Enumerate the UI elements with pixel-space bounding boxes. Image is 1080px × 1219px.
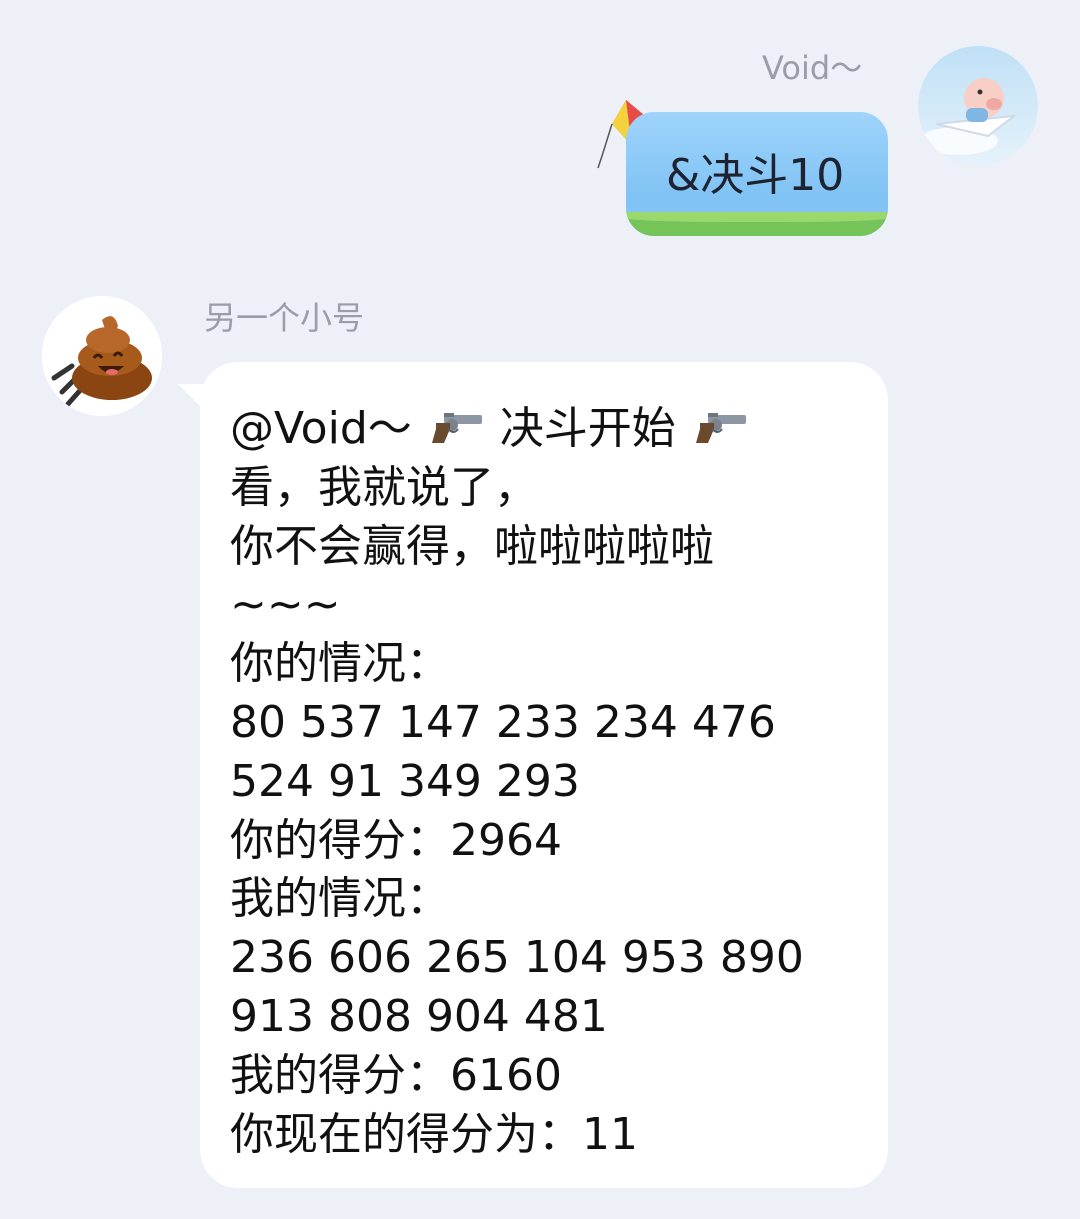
mention-text[interactable]: @Void～ [230,403,412,454]
incoming-avatar[interactable] [42,296,162,416]
message-line: 你的得分：2964 [230,814,562,866]
message-line-header: @Void～ 决斗开始 [230,400,870,459]
revolver-icon [428,404,484,463]
outgoing-message-text: &决斗10 [666,150,845,201]
outgoing-message-bubble[interactable]: &决斗10 [620,112,890,240]
message-line: 你不会赢得，啦啦啦啦啦 [230,520,714,572]
incoming-sender-name: 另一个小号 [204,299,365,337]
duel-start-text: 决斗开始 [499,403,676,454]
message-line: 236 606 265 104 953 890 [230,932,804,984]
message-line: 你的情况： [230,638,450,690]
poop-avatar-icon [42,296,162,416]
outgoing-sender-name: Void～ [762,49,863,87]
outgoing-avatar[interactable] [918,46,1038,166]
message-line: 524 91 349 293 [230,755,580,807]
message-line: 我的情况： [230,873,450,925]
message-line: ~~~ [230,579,341,631]
message-line: 我的得分：6160 [230,1049,562,1101]
incoming-message-text: @Void～ 决斗开始 看，我就说了， 你不会赢得，啦啦啦啦啦 ~~~ 你的情况… [230,400,870,1164]
message-line: 你现在的得分为：11 [230,1108,638,1160]
pig-avatar-icon [918,46,1038,166]
message-line: 看，我就说了， [230,461,538,513]
revolver-icon [692,404,748,463]
message-line: 80 537 147 233 234 476 [230,696,776,748]
message-line: 913 808 904 481 [230,990,608,1042]
grass-decoration [626,212,888,236]
